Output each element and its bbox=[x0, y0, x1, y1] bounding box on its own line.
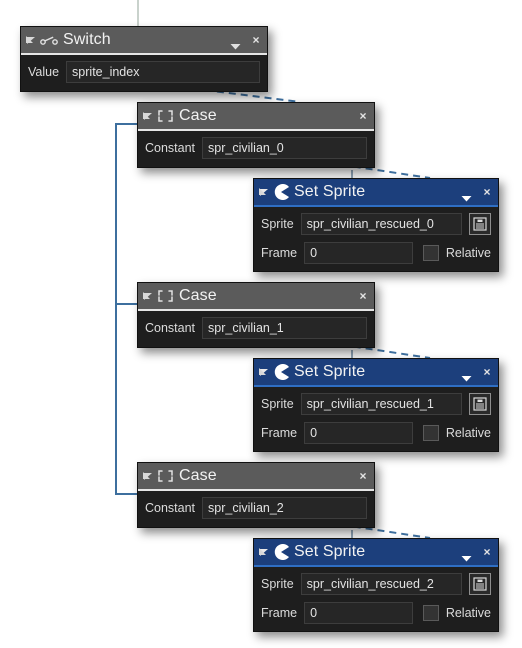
constant-label: Constant bbox=[145, 141, 196, 155]
node-set-sprite-2-title: Set Sprite bbox=[294, 543, 366, 560]
sprite-input[interactable]: spr_civilian_rescued_2 bbox=[300, 573, 462, 595]
field-row-sprite: Sprite spr_civilian_rescued_2 bbox=[261, 573, 491, 595]
sprite-input[interactable]: spr_civilian_rescued_0 bbox=[300, 213, 462, 235]
constant-input[interactable]: spr_civilian_2 bbox=[202, 497, 367, 519]
node-case-1[interactable]: Case × Constant spr_civilian_1 bbox=[137, 282, 375, 348]
field-row-sprite: Sprite spr_civilian_rescued_0 bbox=[261, 213, 491, 235]
field-row-frame: Frame 0 Relative bbox=[261, 602, 491, 624]
node-set-sprite-0-body: Sprite spr_civilian_rescued_0 Frame 0 Re bbox=[254, 207, 498, 271]
sprite-label: Sprite bbox=[261, 217, 294, 231]
node-case-2[interactable]: Case × Constant spr_civilian_2 bbox=[137, 462, 375, 528]
case-icon bbox=[157, 109, 174, 123]
collapse-arrow-icon[interactable] bbox=[259, 547, 269, 557]
sprite-picker-icon[interactable] bbox=[469, 393, 491, 415]
node-case-2-title: Case bbox=[179, 467, 217, 484]
node-set-sprite-2-header[interactable]: Set Sprite × bbox=[254, 539, 498, 565]
sprite-picker-icon[interactable] bbox=[469, 213, 491, 235]
field-row-sprite: Sprite spr_civilian_rescued_1 bbox=[261, 393, 491, 415]
node-switch[interactable]: Switch × Value sprite_index bbox=[20, 26, 268, 92]
constant-label: Constant bbox=[145, 501, 196, 515]
sprite-icon bbox=[273, 364, 289, 380]
node-set-sprite-0-title: Set Sprite bbox=[294, 183, 366, 200]
node-case-1-title: Case bbox=[179, 287, 217, 304]
collapse-arrow-icon[interactable] bbox=[26, 35, 36, 45]
constant-input[interactable]: spr_civilian_1 bbox=[202, 317, 367, 339]
node-switch-body: Value sprite_index bbox=[21, 55, 267, 91]
switch-icon bbox=[40, 34, 58, 46]
close-icon[interactable]: × bbox=[482, 366, 492, 378]
field-row-frame: Frame 0 Relative bbox=[261, 242, 491, 264]
frame-label: Frame bbox=[261, 606, 298, 620]
sprite-icon bbox=[273, 184, 289, 200]
case-icon bbox=[157, 469, 174, 483]
node-case-0-title: Case bbox=[179, 107, 217, 124]
sprite-picker-icon[interactable] bbox=[469, 573, 491, 595]
sprite-input[interactable]: spr_civilian_rescued_1 bbox=[300, 393, 462, 415]
node-case-0[interactable]: Case × Constant spr_civilian_0 bbox=[137, 102, 375, 168]
node-set-sprite-0-header[interactable]: Set Sprite × bbox=[254, 179, 498, 205]
close-icon[interactable]: × bbox=[251, 34, 261, 46]
collapse-arrow-icon[interactable] bbox=[143, 291, 153, 301]
chevron-down-icon[interactable] bbox=[461, 189, 472, 201]
node-case-1-body: Constant spr_civilian_1 bbox=[138, 311, 374, 347]
field-row-value: Value sprite_index bbox=[28, 61, 260, 83]
graph-canvas[interactable]: Switch × Value sprite_index Case × Const… bbox=[0, 0, 522, 648]
node-set-sprite-1[interactable]: Set Sprite × Sprite spr_civilian_rescued… bbox=[253, 358, 499, 452]
frame-input[interactable]: 0 bbox=[304, 242, 413, 264]
sprite-label: Sprite bbox=[261, 397, 294, 411]
chevron-down-icon[interactable] bbox=[461, 549, 472, 561]
relative-checkbox[interactable] bbox=[422, 605, 439, 621]
node-case-2-body: Constant spr_civilian_2 bbox=[138, 491, 374, 527]
node-switch-title: Switch bbox=[63, 31, 111, 48]
field-row-constant: Constant spr_civilian_2 bbox=[145, 497, 367, 519]
close-icon[interactable]: × bbox=[358, 470, 368, 482]
node-case-1-header[interactable]: Case × bbox=[138, 283, 374, 309]
node-set-sprite-2-body: Sprite spr_civilian_rescued_2 Frame 0 Re bbox=[254, 567, 498, 631]
collapse-arrow-icon[interactable] bbox=[259, 187, 269, 197]
value-input[interactable]: sprite_index bbox=[66, 61, 260, 83]
close-icon[interactable]: × bbox=[358, 110, 368, 122]
field-row-constant: Constant spr_civilian_1 bbox=[145, 317, 367, 339]
relative-label: Relative bbox=[445, 246, 491, 260]
relative-checkbox[interactable] bbox=[422, 425, 439, 441]
case-icon bbox=[157, 289, 174, 303]
close-icon[interactable]: × bbox=[358, 290, 368, 302]
chevron-down-icon[interactable] bbox=[230, 37, 241, 49]
constant-label: Constant bbox=[145, 321, 196, 335]
frame-input[interactable]: 0 bbox=[304, 602, 413, 624]
node-set-sprite-1-body: Sprite spr_civilian_rescued_1 Frame 0 Re bbox=[254, 387, 498, 451]
chevron-down-icon[interactable] bbox=[461, 369, 472, 381]
node-set-sprite-1-title: Set Sprite bbox=[294, 363, 366, 380]
frame-label: Frame bbox=[261, 246, 298, 260]
frame-input[interactable]: 0 bbox=[304, 422, 413, 444]
node-case-2-header[interactable]: Case × bbox=[138, 463, 374, 489]
relative-label: Relative bbox=[445, 426, 491, 440]
sprite-label: Sprite bbox=[261, 577, 294, 591]
collapse-arrow-icon[interactable] bbox=[259, 367, 269, 377]
sprite-icon bbox=[273, 544, 289, 560]
node-set-sprite-2[interactable]: Set Sprite × Sprite spr_civilian_rescued… bbox=[253, 538, 499, 632]
constant-input[interactable]: spr_civilian_0 bbox=[202, 137, 367, 159]
close-icon[interactable]: × bbox=[482, 546, 492, 558]
collapse-arrow-icon[interactable] bbox=[143, 471, 153, 481]
value-label: Value bbox=[28, 65, 60, 79]
node-case-0-header[interactable]: Case × bbox=[138, 103, 374, 129]
field-row-constant: Constant spr_civilian_0 bbox=[145, 137, 367, 159]
relative-checkbox[interactable] bbox=[422, 245, 439, 261]
field-row-frame: Frame 0 Relative bbox=[261, 422, 491, 444]
close-icon[interactable]: × bbox=[482, 186, 492, 198]
collapse-arrow-icon[interactable] bbox=[143, 111, 153, 121]
frame-label: Frame bbox=[261, 426, 298, 440]
relative-label: Relative bbox=[445, 606, 491, 620]
node-switch-header[interactable]: Switch × bbox=[21, 27, 267, 53]
node-set-sprite-0[interactable]: Set Sprite × Sprite spr_civilian_rescued… bbox=[253, 178, 499, 272]
node-set-sprite-1-header[interactable]: Set Sprite × bbox=[254, 359, 498, 385]
node-case-0-body: Constant spr_civilian_0 bbox=[138, 131, 374, 167]
